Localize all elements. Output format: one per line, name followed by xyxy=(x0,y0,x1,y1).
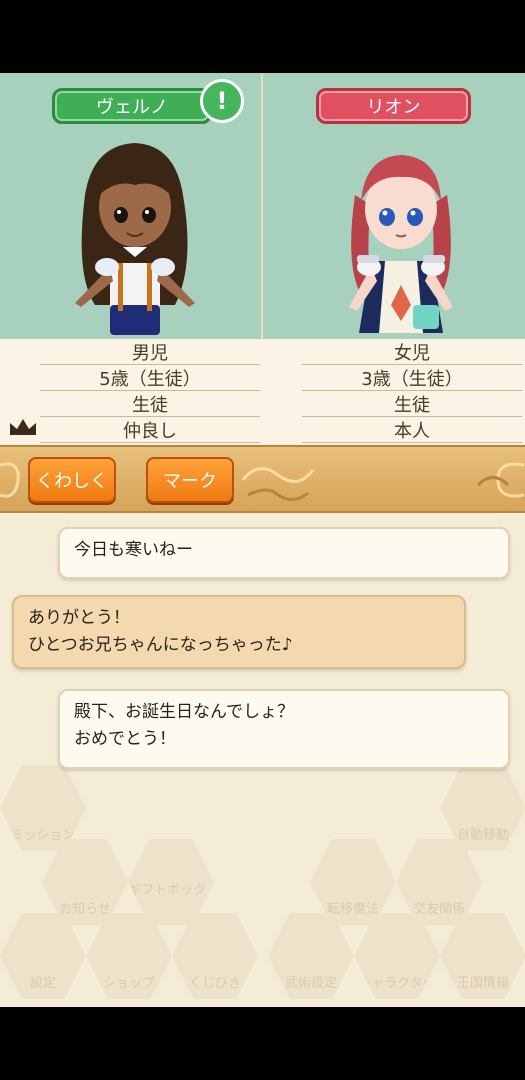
left-info-column: 男児 5歳（生徒） 生徒 仲良し xyxy=(40,339,260,443)
left-portrait-panel[interactable]: ヴェルノ ! xyxy=(0,73,261,339)
right-relation: 本人 xyxy=(302,417,522,443)
right-name-tag: リオン xyxy=(316,88,471,124)
chat-message-2-line2: ひとつお兄ちゃんになっちゃった♪ xyxy=(28,635,293,655)
menu-shop: ショップ xyxy=(86,913,172,999)
menu-martial: 武術設定 xyxy=(268,913,354,999)
left-role: 生徒 xyxy=(40,391,260,417)
right-age: 3歳（生徒） xyxy=(302,365,522,391)
left-age: 5歳（生徒） xyxy=(40,365,260,391)
ornament-left-icon xyxy=(0,462,20,498)
info-section: 男児 5歳（生徒） 生徒 仲良し 女児 3歳（生徒） 生徒 本人 xyxy=(0,339,525,445)
menu-settings: 設定 xyxy=(0,913,86,999)
left-name-tag: ヴェルノ xyxy=(52,88,212,124)
right-info-column: 女児 3歳（生徒） 生徒 本人 xyxy=(302,339,522,443)
alert-icon[interactable]: ! xyxy=(200,79,244,123)
left-character-avatar xyxy=(75,143,195,335)
right-role: 生徒 xyxy=(302,391,522,417)
chat-message-2: ありがとう！ ひとつお兄ちゃんになっちゃった♪ xyxy=(12,595,466,669)
mark-button[interactable]: マーク xyxy=(146,457,234,503)
left-gender: 男児 xyxy=(40,339,260,365)
chat-message-1-text: 今日も寒いねー xyxy=(74,540,193,560)
right-gender: 女児 xyxy=(302,339,522,365)
chat-area[interactable]: ミッション 自動移動 お知らせ ギフトボックス 転移魔法 交友関係 設定 ショッ… xyxy=(0,513,525,1007)
action-bar: くわしく マーク xyxy=(0,445,525,513)
chat-message-1: 今日も寒いねー xyxy=(58,527,510,579)
left-relation: 仲良し xyxy=(40,417,260,443)
menu-mission: ミッション xyxy=(0,765,86,851)
menu-lottery: くじびき xyxy=(172,913,258,999)
chat-message-3-line2: おめでとう！ xyxy=(74,729,176,749)
menu-auto-move: 自動移動 xyxy=(440,765,525,851)
menu-friends: 交友関係 xyxy=(396,839,482,925)
ornament-center-icon xyxy=(241,467,315,501)
menu-teleport: 転移魔法 xyxy=(310,839,396,925)
menu-kingdom-info: 王国情報 xyxy=(440,913,525,999)
chat-message-3-line1: 殿下、お誕生日なんでしょ？ xyxy=(74,702,295,722)
menu-gift-box: ギフトボックス xyxy=(128,839,214,925)
crown-icon xyxy=(10,419,36,435)
ornament-right-icon xyxy=(476,462,524,498)
menu-news: お知らせ xyxy=(42,839,128,925)
profile-screen: ヴェルノ ! リオン 男児 5歳（生徒） 生徒 仲良し 女児 3歳（生徒） 生徒… xyxy=(0,73,525,1007)
chat-message-2-line1: ありがとう！ xyxy=(28,608,130,628)
chat-message-3: 殿下、お誕生日なんでしょ？ おめでとう！ xyxy=(58,689,510,769)
detail-button[interactable]: くわしく xyxy=(28,457,116,503)
menu-character: キャラクター xyxy=(354,913,440,999)
right-character-avatar xyxy=(349,155,453,333)
right-portrait-panel[interactable]: リオン xyxy=(263,73,525,339)
